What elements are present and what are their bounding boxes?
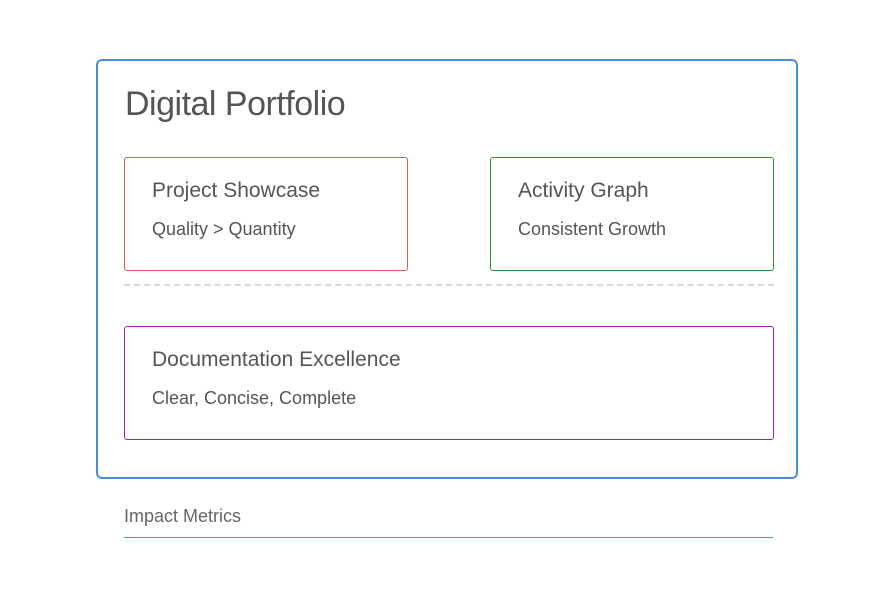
project-showcase-subtitle: Quality > Quantity — [152, 219, 296, 239]
page: Digital Portfolio Project Showcase Quali… — [0, 0, 891, 608]
impact-metrics-label: Impact Metrics — [124, 506, 242, 526]
activity-graph-subtitle: Consistent Growth — [518, 219, 667, 239]
project-showcase-card: Project Showcase Quality > Quantity — [124, 157, 408, 271]
impact-metrics-underline — [124, 537, 773, 538]
activity-graph-card: Activity Graph Consistent Growth — [490, 157, 774, 271]
documentation-subtitle: Clear, Concise, Complete — [152, 388, 357, 408]
project-showcase-title: Project Showcase — [152, 179, 321, 202]
digital-portfolio-container: Digital Portfolio Project Showcase Quali… — [96, 59, 798, 479]
dashed-divider — [124, 284, 774, 286]
activity-graph-title: Activity Graph — [518, 179, 649, 202]
documentation-title: Documentation Excellence — [152, 348, 401, 371]
documentation-excellence-card: Documentation Excellence Clear, Concise,… — [124, 326, 774, 440]
portfolio-title: Digital Portfolio — [125, 85, 346, 123]
